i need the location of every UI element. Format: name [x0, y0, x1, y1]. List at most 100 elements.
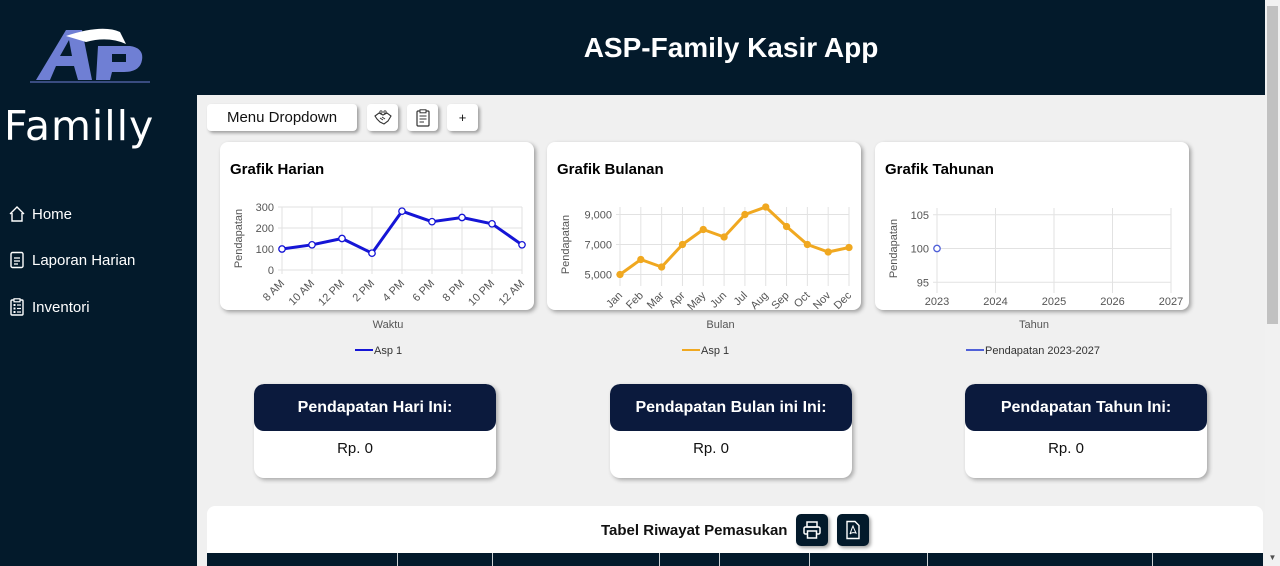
stat-value: Rp. 0	[337, 440, 373, 457]
table-title: Tabel Riwayat Pemasukan	[601, 522, 788, 539]
y-tick-label: 95	[917, 277, 929, 289]
legend-label: Asp 1	[701, 345, 729, 357]
stat-value: Rp. 0	[693, 440, 729, 457]
legend-label: Pendapatan 2023-2027	[985, 345, 1100, 357]
y-tick-label: 0	[268, 265, 274, 277]
stat-label: Pendapatan Tahun Ini:	[965, 384, 1207, 431]
data-point	[488, 219, 496, 228]
y-tick-label: 200	[256, 223, 274, 235]
x-tick-label: Dec	[832, 289, 855, 312]
y-tick-label: 100	[911, 244, 929, 256]
x-tick-label: 12 AM	[497, 278, 528, 309]
logo-wordmark: Familly	[4, 102, 155, 150]
x-tick-label: 8 PM	[440, 278, 467, 305]
x-axis-label: Waktu	[373, 319, 404, 331]
x-tick-label: 2024	[983, 296, 1007, 308]
scrollbar-thumb[interactable]	[1267, 6, 1278, 324]
sidebar-item-label: Home	[32, 205, 73, 223]
clipboard-list-button[interactable]	[407, 104, 438, 131]
print-button[interactable]	[796, 514, 828, 546]
x-tick-label: Aug	[749, 290, 771, 312]
stat-label: Pendapatan Bulan ini Ini:	[610, 384, 852, 431]
x-tick-label: Sep	[769, 290, 791, 312]
stat-value: Rp. 0	[1048, 440, 1084, 457]
data-point	[845, 243, 853, 252]
sidebar-item-laporan-harian[interactable]: Laporan Harian	[8, 248, 135, 272]
data-point	[338, 234, 346, 243]
stat-card-bulan: Pendapatan Bulan ini Ini: Rp. 0	[610, 384, 852, 478]
y-tick-label: 9,000	[584, 210, 612, 222]
app-header: ASP-Family Kasir App	[197, 0, 1265, 95]
printer-icon	[803, 521, 821, 539]
page-title: ASP-Family Kasir App	[583, 31, 879, 63]
data-point	[678, 240, 687, 249]
y-axis-label: Pendapatan	[888, 219, 900, 278]
chart-tahunan: 95 100 105 2023 2024 2025 2026 2027 Pendapatan Ta…	[888, 208, 1183, 357]
data-point	[803, 240, 812, 249]
logo: Familly	[0, 22, 197, 150]
x-tick-label: 6 PM	[410, 278, 437, 305]
x-axis-label: Bulan	[706, 319, 734, 331]
x-axis-label: Tahun	[1019, 319, 1049, 331]
data-point	[518, 240, 526, 249]
data-point	[699, 225, 707, 234]
x-tick-label: 12 PM	[316, 278, 347, 309]
data-point	[428, 217, 436, 226]
y-axis-label: Pendapatan	[560, 215, 572, 274]
data-point	[458, 213, 466, 222]
chart-harian: 0 100 200 300 8 AM 10 AM 12 PM 2 PM 4 PM 6 PM 8 PM…	[233, 202, 528, 357]
data-point	[782, 222, 791, 231]
data-point	[308, 240, 316, 249]
series-line	[619, 205, 850, 276]
menu-dropdown-button[interactable]: Menu Dropdown	[207, 104, 357, 131]
data-point	[278, 245, 286, 253]
x-tick-label: Mar	[645, 289, 667, 311]
y-tick-label: 7,000	[584, 240, 612, 252]
stat-label: Pendapatan Hari Ini:	[254, 384, 496, 431]
logo-mark-icon	[30, 28, 150, 83]
x-tick-label: 2023	[925, 296, 949, 308]
data-point	[657, 263, 666, 271]
x-tick-label: Jul	[732, 290, 750, 308]
handshake-icon	[373, 109, 392, 125]
scroll-down-arrow-icon[interactable]: ▼	[1267, 552, 1278, 564]
data-point	[824, 248, 832, 256]
data-point	[762, 203, 770, 211]
sidebar-item-label: Inventori	[32, 298, 90, 316]
x-tick-label: 2027	[1159, 296, 1183, 308]
x-tick-label: Apr	[667, 289, 688, 310]
table-header-row	[207, 553, 1263, 566]
add-button[interactable]: +	[447, 104, 478, 131]
data-point	[368, 249, 376, 258]
data-point	[398, 207, 406, 216]
export-pdf-button[interactable]	[837, 514, 869, 546]
data-point	[616, 270, 624, 279]
data-point	[741, 210, 749, 219]
clipboard-list-icon	[415, 108, 430, 127]
stat-card-tahun: Pendapatan Tahun Ini: Rp. 0	[965, 384, 1207, 478]
x-tick-label: 10 AM	[287, 278, 318, 309]
x-tick-label: May	[685, 289, 709, 313]
x-tick-label: Jan	[604, 290, 625, 311]
x-tick-label: Jun	[708, 290, 729, 311]
x-tick-label: 4 PM	[380, 278, 407, 305]
home-icon	[9, 206, 25, 222]
sidebar-item-home[interactable]: Home	[8, 202, 72, 226]
clipboard-icon	[10, 298, 24, 316]
y-tick-label: 105	[911, 210, 929, 222]
x-tick-label: 2026	[1100, 296, 1124, 308]
x-tick-label: Oct	[792, 290, 813, 311]
y-tick-label: 100	[256, 244, 274, 256]
y-axis-label: Pendapatan	[233, 209, 245, 268]
x-tick-label: 10 PM	[466, 278, 497, 309]
document-icon	[10, 251, 24, 269]
sidebar-item-inventori[interactable]: Inventori	[8, 295, 90, 319]
stat-card-hari: Pendapatan Hari Ini: Rp. 0	[254, 384, 496, 478]
sidebar-item-label: Laporan Harian	[32, 251, 136, 269]
y-tick-label: 300	[256, 202, 274, 214]
pdf-icon	[846, 520, 860, 540]
handshake-button[interactable]	[367, 104, 398, 131]
chart-bulanan: 5,000 7,000 9,000 JanFebMar AprMay Jun JulAugS…	[560, 203, 855, 357]
x-tick-label: 8 AM	[261, 278, 287, 304]
x-tick-label: 2025	[1042, 296, 1066, 308]
